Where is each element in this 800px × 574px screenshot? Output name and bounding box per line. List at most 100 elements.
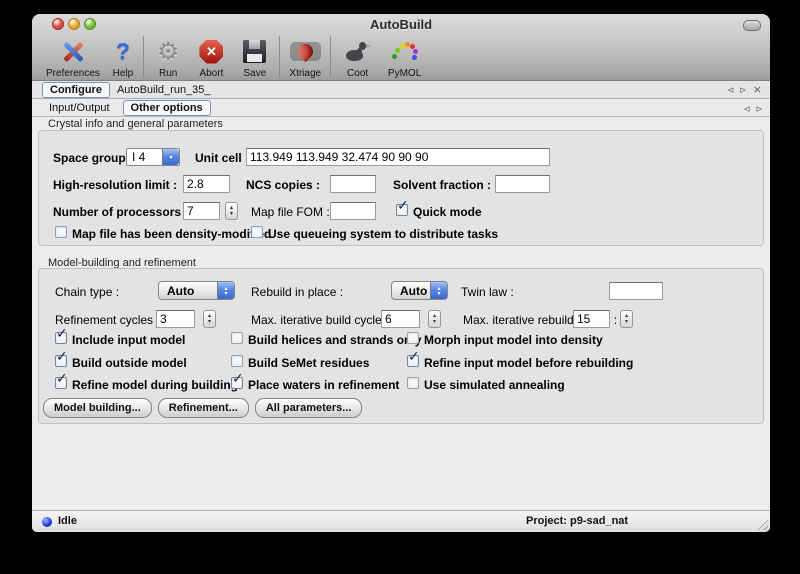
- toolbar-label: Xtriage: [289, 68, 321, 79]
- help-button[interactable]: ? Help: [106, 33, 140, 79]
- build-cycles-label: Max. iterative build cycles :: [251, 313, 394, 327]
- sub-tab-bar: Input/Output Other options ◃ ▹: [32, 100, 770, 117]
- build-outside-label: Build outside model: [72, 356, 187, 370]
- twin-law-label: Twin law :: [461, 285, 514, 299]
- place-waters-checkbox[interactable]: [231, 377, 243, 389]
- twin-law-input[interactable]: [609, 282, 663, 300]
- morph-model-checkbox[interactable]: [407, 332, 419, 344]
- all-parameters-button[interactable]: All parameters...: [255, 398, 363, 418]
- simulated-annealing-checkbox[interactable]: [407, 377, 419, 389]
- pymol-button[interactable]: PyMOL: [381, 33, 428, 79]
- refinement-cycles-stepper[interactable]: ▴▾: [203, 310, 216, 328]
- save-button[interactable]: Save: [233, 33, 276, 79]
- coot-bird-icon: [344, 39, 371, 64]
- xtriage-button[interactable]: Xtriage: [283, 33, 327, 79]
- autobuild-window: AutoBuild Preferences ? Help ⚙ Run ✕ Abo…: [32, 14, 770, 532]
- build-helices-checkbox[interactable]: [231, 332, 243, 344]
- subtab-scroll-left-icon[interactable]: ◃: [744, 103, 750, 114]
- crystal-section-box: Space group : I 4 ▾ Unit cell : High-res…: [38, 130, 764, 246]
- solvent-fraction-input[interactable]: [495, 175, 550, 193]
- subtab-scroll-right-icon[interactable]: ▹: [756, 103, 762, 114]
- density-modified-checkbox[interactable]: [55, 226, 67, 238]
- toolbar-label: Abort: [199, 68, 223, 79]
- include-input-model-label: Include input model: [72, 333, 185, 347]
- build-helices-label: Build helices and strands only: [248, 333, 421, 347]
- tab-close-icon[interactable]: ×: [753, 84, 762, 95]
- ncs-copies-input[interactable]: [330, 175, 376, 193]
- xtriage-icon: [295, 41, 316, 62]
- preferences-button[interactable]: Preferences: [40, 33, 106, 79]
- build-cycles-input[interactable]: [381, 310, 420, 328]
- refine-before-rebuild-checkbox[interactable]: [407, 355, 419, 367]
- options-panel: Crystal info and general parameters Spac…: [32, 118, 770, 510]
- space-group-combo[interactable]: I 4 ▾: [126, 148, 180, 166]
- morph-model-label: Morph input model into density: [424, 333, 603, 347]
- refinement-cycles-input[interactable]: [156, 310, 195, 328]
- save-floppy-icon: [243, 40, 266, 63]
- rebuild-in-place-label: Rebuild in place :: [251, 285, 343, 299]
- rebuild-cycles-stepper[interactable]: ▴▾: [620, 310, 633, 328]
- help-icon: ?: [116, 39, 130, 64]
- toolbar-toggle-button[interactable]: [743, 20, 761, 31]
- main-tab-bar: Configure AutoBuild_run_35_ ◃ ▹ ×: [32, 81, 770, 99]
- toolbar-label: Preferences: [46, 68, 100, 79]
- tab-scroll-left-icon[interactable]: ◃: [728, 84, 734, 95]
- desktop: { "window": { "title": "AutoBuild" }, "c…: [0, 0, 800, 574]
- coot-button[interactable]: Coot: [334, 33, 381, 79]
- solvent-fraction-label: Solvent fraction :: [393, 178, 491, 192]
- model-building-button[interactable]: Model building...: [43, 398, 152, 418]
- resize-grip[interactable]: [755, 517, 768, 530]
- toolbar: Preferences ? Help ⚙ Run ✕ Abort Save: [40, 33, 428, 79]
- num-processors-stepper[interactable]: ▴▾: [225, 202, 238, 220]
- queueing-checkbox[interactable]: [251, 226, 263, 238]
- toolbar-separator: [143, 36, 144, 77]
- abort-button[interactable]: ✕ Abort: [189, 33, 233, 79]
- crystal-section-title: Crystal info and general parameters: [48, 118, 223, 130]
- refinement-cycles-label: Refinement cycles :: [55, 313, 160, 327]
- xtriage-selected-highlight: [290, 42, 321, 61]
- unit-cell-label: Unit cell :: [195, 151, 249, 165]
- map-fom-label: Map file FOM :: [251, 205, 330, 219]
- toolbar-label: Help: [113, 68, 134, 79]
- window-header: AutoBuild Preferences ? Help ⚙ Run ✕ Abo…: [32, 14, 770, 81]
- refine-before-rebuild-label: Refine input model before rebuilding: [424, 356, 633, 370]
- rebuild-in-place-popup[interactable]: Auto ▴▾: [391, 281, 448, 300]
- refine-during-building-label: Refine model during building: [72, 378, 238, 392]
- build-cycles-stepper[interactable]: ▴▾: [428, 310, 441, 328]
- rebuild-cycles-input[interactable]: [573, 310, 610, 328]
- parameter-buttons-row: Model building... Refinement... All para…: [43, 398, 362, 418]
- tab-other-options[interactable]: Other options: [123, 100, 211, 116]
- build-outside-checkbox[interactable]: [55, 355, 67, 367]
- window-title: AutoBuild: [32, 17, 770, 32]
- tab-autobuild-run[interactable]: AutoBuild_run_35_: [110, 83, 218, 97]
- unit-cell-input[interactable]: [246, 148, 550, 166]
- toolbar-separator: [279, 36, 280, 77]
- include-input-model-checkbox[interactable]: [55, 332, 67, 344]
- place-waters-label: Place waters in refinement: [248, 378, 399, 392]
- map-fom-input[interactable]: [330, 202, 376, 220]
- ncs-copies-label: NCS copies :: [246, 178, 320, 192]
- space-group-value: I 4: [132, 150, 145, 164]
- tab-input-output[interactable]: Input/Output: [42, 101, 117, 115]
- tab-scroll-right-icon[interactable]: ▹: [740, 84, 746, 95]
- abort-icon: ✕: [199, 40, 223, 64]
- chain-type-value: Auto: [167, 284, 194, 298]
- num-processors-input[interactable]: [183, 202, 220, 220]
- build-semet-label: Build SeMet residues: [248, 356, 369, 370]
- refine-during-building-checkbox[interactable]: [55, 377, 67, 389]
- high-res-label: High-resolution limit :: [53, 178, 177, 192]
- density-modified-label: Map file has been density-modified: [72, 227, 271, 241]
- space-group-label: Space group :: [53, 151, 133, 165]
- model-section-box: Chain type : Auto ▴▾ Rebuild in place : …: [38, 268, 764, 424]
- toolbar-label: Coot: [347, 68, 368, 79]
- simulated-annealing-label: Use simulated annealing: [424, 378, 565, 392]
- run-button[interactable]: ⚙ Run: [147, 33, 189, 79]
- refinement-button[interactable]: Refinement...: [158, 398, 249, 418]
- tab-configure[interactable]: Configure: [42, 82, 110, 98]
- quick-mode-checkbox[interactable]: [396, 204, 408, 216]
- status-bar: Idle Project: p9-sad_nat: [32, 510, 770, 532]
- queueing-label: Use queueing system to distribute tasks: [268, 227, 498, 241]
- high-res-input[interactable]: [183, 175, 230, 193]
- build-semet-checkbox[interactable]: [231, 355, 243, 367]
- chain-type-popup[interactable]: Auto ▴▾: [158, 281, 235, 300]
